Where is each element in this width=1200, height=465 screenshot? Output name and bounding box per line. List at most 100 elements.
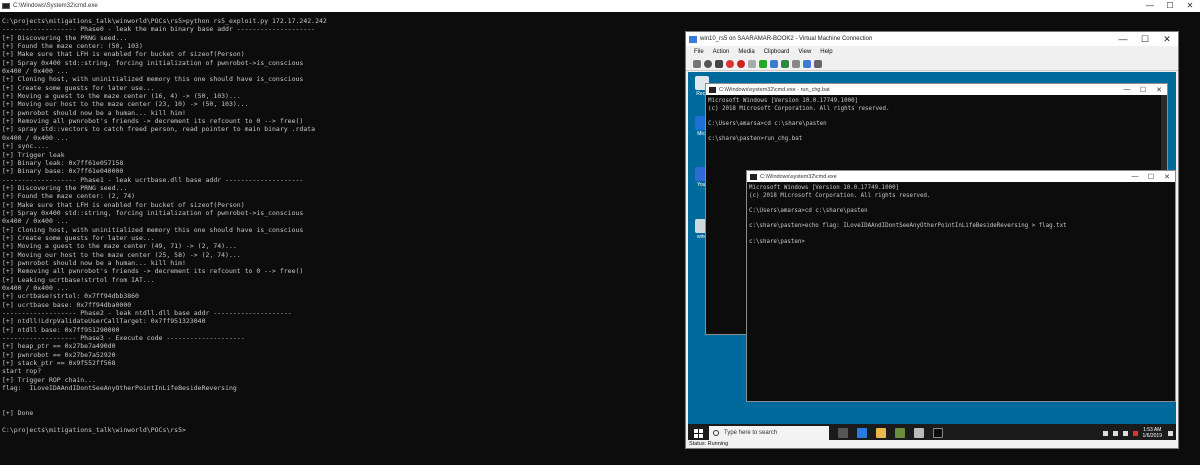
console-line: [+] Done <box>2 409 34 418</box>
console-line: c:\share\pasten>echo flag: ILoveIDAAndID… <box>749 223 1067 230</box>
taskbar-clock[interactable]: 1:53 AM 1/6/2019 <box>1143 427 1162 439</box>
menu-file[interactable]: File <box>694 49 704 55</box>
menu-media[interactable]: Media <box>738 49 754 55</box>
save-state-icon[interactable] <box>737 59 745 68</box>
menu-action[interactable]: Action <box>713 49 730 55</box>
turn-off-icon[interactable] <box>715 59 723 68</box>
console-line: c:\share\pasten> <box>749 238 805 245</box>
ctrl-alt-del-icon[interactable] <box>693 59 701 68</box>
user-icon[interactable] <box>1102 430 1108 436</box>
menu-help[interactable]: Help <box>820 49 832 55</box>
console-line: Microsoft Windows [Version 10.0.17749.10… <box>749 185 900 191</box>
console-line: [+] Moving a guest to the maze center (1… <box>2 92 241 101</box>
vm-close-button[interactable]: ✕ <box>1156 34 1178 45</box>
menu-clipboard[interactable]: Clipboard <box>764 49 790 55</box>
cmd-app-icon <box>2 3 10 9</box>
reset-icon[interactable] <box>770 59 778 68</box>
console-line: [+] Moving our host to the maze center (… <box>2 250 241 259</box>
volume-muted-icon[interactable] <box>1132 430 1138 436</box>
cmd-taskbar-icon[interactable] <box>933 428 943 438</box>
store-icon[interactable] <box>895 428 905 438</box>
shutdown-icon[interactable] <box>726 59 734 68</box>
guest-cmd1-minimize-button[interactable]: — <box>1119 86 1135 93</box>
clock-date: 1/6/2019 <box>1142 433 1162 439</box>
console-line: 0x400 / 0x400 ... <box>2 217 69 226</box>
taskbar-search-placeholder: Type here to search <box>724 430 778 436</box>
guest-cmd1-titlebar[interactable]: C:\Windows\system32\cmd.exe - run_chg.ba… <box>706 84 1167 95</box>
pause-icon[interactable] <box>748 59 756 68</box>
console-line: ------------------- Phase1 - leak ucrtba… <box>2 175 304 184</box>
console-line: [+] Create some guests for later use... <box>2 233 155 242</box>
console-line: [+] Spray 0x400 std::string, forcing ini… <box>2 58 304 67</box>
taskbar-search-box[interactable]: Type here to search <box>709 426 829 440</box>
console-line: [+] Discovering the PRNG seed... <box>2 183 128 192</box>
vm-titlebar[interactable]: win10_rs5 on SAARAMAR-BOOK2 - Virtual Ma… <box>686 32 1178 46</box>
maximize-button[interactable]: ☐ <box>1160 0 1180 12</box>
search-icon <box>713 430 719 436</box>
guest-cmd1-close-button[interactable]: ✕ <box>1151 86 1167 94</box>
console-line: ------------------- Phase0 - leak the ma… <box>2 25 316 34</box>
console-line: [+] sync.... <box>2 142 49 151</box>
console-line: 0x400 / 0x400 ... <box>2 133 69 142</box>
guest-cmd-window-2[interactable]: C:\Windows\system32\cmd.exe — ☐ ✕ Micros… <box>746 170 1176 402</box>
console-line: [+] Binary base: 0x7ff61e040000 <box>2 167 124 176</box>
console-line: C:\projects\mitigations_talk\winworld\PO… <box>2 425 186 434</box>
guest-cmd1-title: C:\Windows\system32\cmd.exe - run_chg.ba… <box>719 86 830 93</box>
console-line: [+] Cloning host, with uninitialized mem… <box>2 225 304 234</box>
console-line: [+] Make sure that LFH is enabled for bu… <box>2 50 245 59</box>
vm-maximize-button[interactable]: ☐ <box>1134 34 1156 45</box>
vm-menubar: File Action Media Clipboard View Help <box>686 46 1178 57</box>
guest-cmd2-output[interactable]: Microsoft Windows [Version 10.0.17749.10… <box>747 182 1175 247</box>
console-line: (c) 2018 Microsoft Corporation. All righ… <box>708 105 890 112</box>
vm-minimize-button[interactable]: — <box>1112 34 1134 44</box>
console-line: (c) 2018 Microsoft Corporation. All righ… <box>749 192 931 199</box>
console-line: ------------------- Phase3 - Execute cod… <box>2 334 245 343</box>
revert-icon[interactable] <box>792 59 800 68</box>
console-line: c:\share\pasten>run_chg.bat <box>708 136 803 143</box>
console-line: [+] Moving our host to the maze center (… <box>2 100 249 109</box>
console-line: [+] Create some guests for later use... <box>2 83 155 92</box>
task-view-icon[interactable] <box>838 428 848 438</box>
edge-taskbar-icon[interactable] <box>857 428 867 438</box>
host-console-titlebar[interactable]: C:\Windows\System32\cmd.exe — ☐ ✕ <box>0 0 1200 12</box>
checkpoint-icon[interactable] <box>781 59 789 68</box>
guest-cmd2-close-button[interactable]: ✕ <box>1159 173 1175 181</box>
chevron-up-icon[interactable] <box>1112 430 1118 436</box>
console-line: [+] Found the maze center: (50, 103) <box>2 42 143 51</box>
console-line: [+] Removing all pwnrobot's friends -> d… <box>2 117 304 126</box>
guest-cmd2-titlebar[interactable]: C:\Windows\system32\cmd.exe — ☐ ✕ <box>747 171 1175 182</box>
console-line: [+] Found the maze center: (2, 74) <box>2 192 136 201</box>
guest-cmd1-maximize-button[interactable]: ☐ <box>1135 86 1151 94</box>
mail-icon[interactable] <box>914 428 924 438</box>
minimize-button[interactable]: — <box>1140 0 1160 12</box>
console-line: [+] pwnrobot should now be a human... ki… <box>2 108 186 117</box>
console-line: C:\Users\amarsa>cd c:\share\pasten <box>708 121 827 128</box>
console-line: [+] Make sure that LFH is enabled for bu… <box>2 200 245 209</box>
guest-cmd2-title: C:\Windows\system32\cmd.exe <box>760 173 837 180</box>
console-line: [+] pwnrobot should now be a human... ki… <box>2 258 186 267</box>
host-console-output[interactable]: C:\projects\mitigations_talk\winworld\PO… <box>2 17 327 434</box>
guest-cmd2-maximize-button[interactable]: ☐ <box>1143 173 1159 181</box>
menu-view[interactable]: View <box>798 49 811 55</box>
file-explorer-icon[interactable] <box>876 428 886 438</box>
enhanced-session-icon[interactable] <box>803 59 811 68</box>
start-button[interactable] <box>691 426 705 440</box>
notifications-icon[interactable] <box>1168 430 1173 436</box>
close-button[interactable]: ✕ <box>1180 0 1200 12</box>
console-line: [+] Binary leak: 0x7ff61e057158 <box>2 158 124 167</box>
guest-cmd2-minimize-button[interactable]: — <box>1127 173 1143 180</box>
resume-icon[interactable] <box>759 59 767 68</box>
share-icon[interactable] <box>814 59 822 68</box>
cmd-app-icon <box>750 173 757 180</box>
network-icon[interactable] <box>1122 430 1128 436</box>
guest-cmd1-output[interactable]: Microsoft Windows [Version 10.0.17749.10… <box>706 95 1167 144</box>
console-line: 0x400 / 0x400 ... <box>2 67 69 76</box>
start-vm-icon[interactable] <box>704 59 712 68</box>
vm-title: win10_rs5 on SAARAMAR-BOOK2 - Virtual Ma… <box>700 36 873 42</box>
system-tray: 1:53 AM 1/6/2019 <box>1102 427 1176 439</box>
console-line: [+] Moving a guest to the maze center (4… <box>2 242 237 251</box>
guest-desktop[interactable]: Recy Micr Your winc C:\Windows\system32\… <box>688 72 1176 442</box>
